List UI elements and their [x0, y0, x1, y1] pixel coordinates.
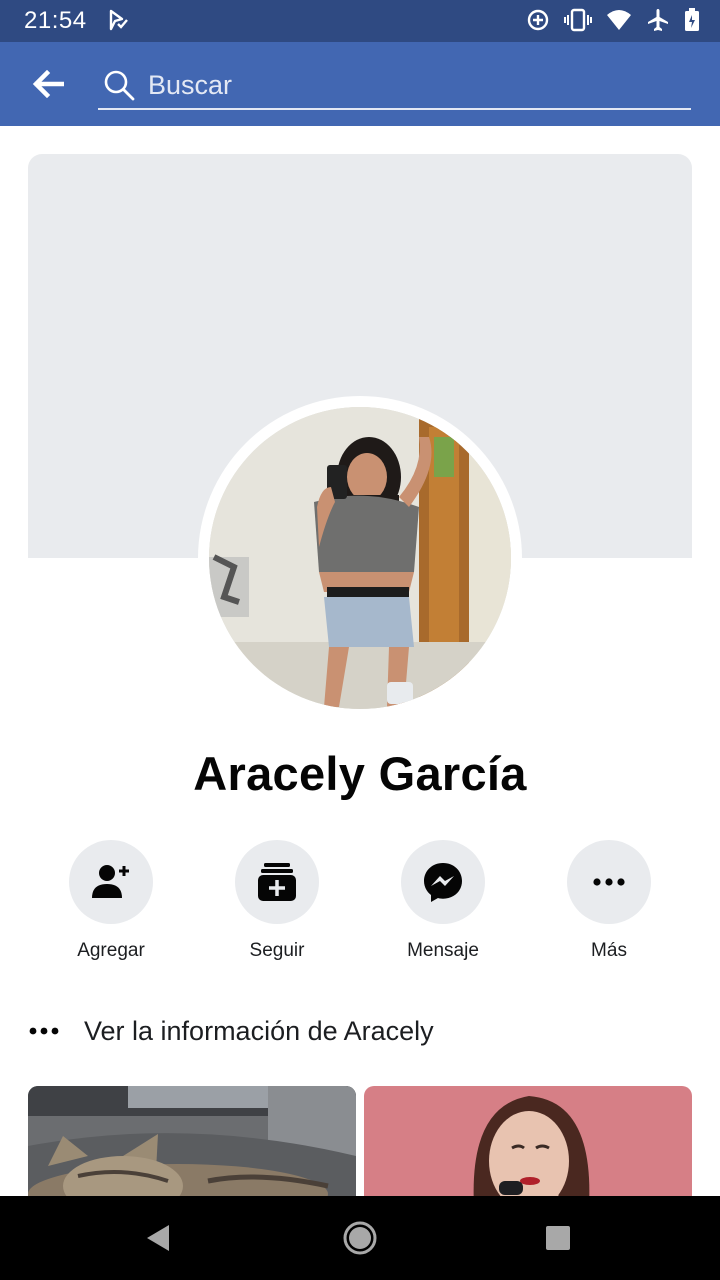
more-icon — [593, 878, 625, 886]
back-button[interactable] — [26, 64, 70, 104]
more-button[interactable]: Más — [526, 840, 692, 962]
nav-back-button[interactable] — [138, 1220, 178, 1256]
follow-button[interactable]: Seguir — [194, 840, 360, 962]
status-time: 21:54 — [24, 7, 87, 34]
status-bar: 21:54 — [0, 0, 720, 42]
cat-photo — [28, 1086, 356, 1196]
search-header — [0, 42, 720, 126]
photo-thumbnail-singer[interactable] — [364, 1086, 692, 1196]
add-friend-circle — [69, 840, 153, 924]
more-dots-icon — [29, 1027, 59, 1035]
avatar-photo — [209, 407, 511, 709]
back-triangle-icon — [147, 1225, 169, 1251]
wifi-icon — [607, 10, 631, 30]
follow-icon — [258, 863, 296, 901]
add-friend-icon — [92, 865, 129, 898]
message-label: Mensaje — [407, 940, 479, 961]
messenger-icon — [424, 863, 462, 902]
battery-icon — [685, 8, 699, 31]
add-friend-label: Agregar — [77, 940, 145, 961]
nav-home-button[interactable] — [340, 1220, 380, 1256]
profile-actions: Agregar Seguir Mensaje Más — [28, 840, 692, 970]
more-label: Más — [591, 940, 627, 961]
singer-photo — [364, 1086, 692, 1196]
profile-content: Aracely García Agregar Seguir Mensaje Má… — [0, 126, 720, 1196]
profile-name: Aracely García — [193, 747, 527, 800]
recents-square-icon — [546, 1226, 570, 1250]
follow-label: Seguir — [249, 940, 305, 961]
search-input[interactable] — [148, 69, 668, 101]
profile-avatar[interactable] — [209, 407, 511, 709]
home-circle-icon — [343, 1221, 377, 1255]
see-info-row[interactable]: Ver la información de Aracely — [28, 1006, 434, 1056]
search-box[interactable] — [98, 62, 691, 110]
data-saver-icon — [527, 9, 549, 31]
follow-circle — [235, 840, 319, 924]
message-circle — [401, 840, 485, 924]
see-info-label: Ver la información de Aracely — [84, 1015, 434, 1046]
airplane-mode-icon — [648, 9, 668, 31]
back-arrow-icon — [32, 70, 64, 98]
photo-thumbnail-cat[interactable] — [28, 1086, 356, 1196]
nav-recents-button[interactable] — [538, 1220, 578, 1256]
more-circle — [567, 840, 651, 924]
add-friend-button[interactable]: Agregar — [28, 840, 194, 962]
system-nav-bar — [0, 1196, 720, 1280]
status-icons — [526, 8, 700, 32]
app-notification-icon — [109, 9, 128, 31]
search-icon — [104, 70, 135, 101]
message-button[interactable]: Mensaje — [360, 840, 526, 962]
vibrate-icon — [564, 8, 592, 32]
